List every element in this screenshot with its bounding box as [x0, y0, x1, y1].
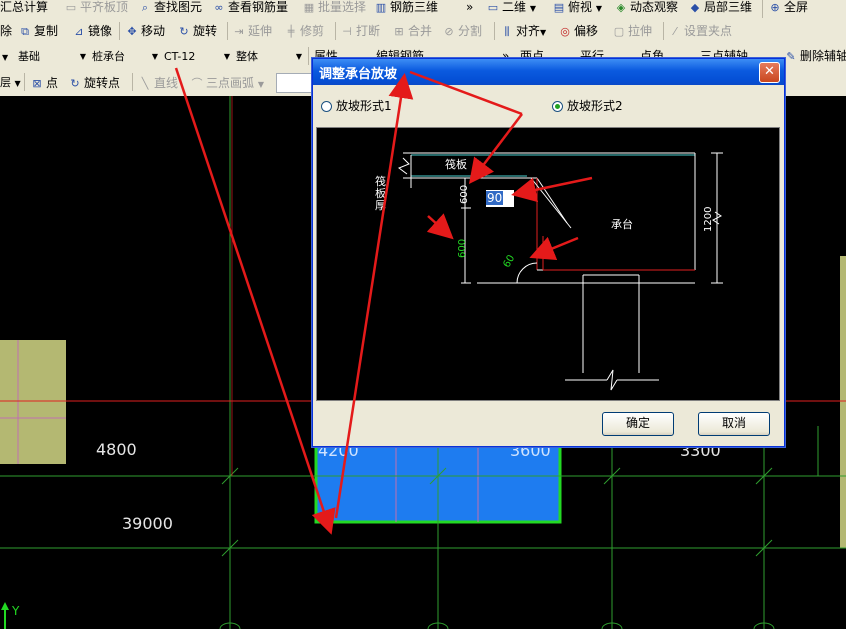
- top-view-dropdown[interactable]: ▤ 俯视 ▼: [552, 0, 602, 17]
- batch-select-icon: ▦: [303, 1, 315, 14]
- right-panel: [840, 256, 846, 548]
- move-icon: ✥: [127, 25, 137, 38]
- toolbar-row-2: 除 ⧉ 复制 ⊿ 镜像 ✥ 移动 ↻ 旋转 ⇥ 延伸 ╪ 修剪 ⊣ 打断 ⊞ 合并 ⊘ 分割 ⫼ 对…: [0, 19, 846, 45]
- close-icon[interactable]: ✕: [759, 62, 780, 83]
- dialog-title: 调整承台放坡: [319, 67, 398, 82]
- option-slope-2[interactable]: 放坡形式2: [552, 98, 623, 114]
- rotate-point-button[interactable]: ↻ 旋转点: [68, 73, 120, 93]
- more-chevron[interactable]: »: [466, 0, 473, 17]
- align-icon: ⫼: [504, 25, 510, 38]
- find-icon: ⌕: [141, 1, 149, 14]
- view-2d-dropdown[interactable]: ▭ 二维 ▼: [486, 0, 536, 17]
- rotate-point-icon: ↻: [70, 77, 80, 90]
- slope-options-group: 放坡形式1 放坡形式2: [316, 91, 780, 121]
- chevron-double-icon: »: [466, 0, 474, 14]
- extend-icon: ⇥: [234, 25, 244, 38]
- left-panel: [0, 340, 66, 464]
- calc-summary-button[interactable]: 汇总计算: [0, 0, 48, 17]
- 2d-icon: ▭: [487, 1, 499, 14]
- rebar-qty-icon: ∞: [214, 1, 224, 14]
- break-button[interactable]: ⊣ 打断: [340, 21, 380, 41]
- extend-button[interactable]: ⇥ 延伸: [232, 21, 272, 41]
- ok-button[interactable]: 确定: [602, 412, 674, 436]
- trim-icon: ╪: [287, 25, 295, 38]
- thickness-label: 筏板厚: [375, 175, 386, 212]
- dim-4800: 4800: [96, 440, 137, 459]
- orbit-icon: ◈: [616, 1, 626, 14]
- rotate-button[interactable]: ↻ 旋转: [177, 21, 217, 41]
- line-button[interactable]: ╲ 直线: [138, 73, 178, 93]
- move-button[interactable]: ✥ 移动: [125, 21, 165, 41]
- rebar-3d-icon: ▥: [375, 1, 387, 14]
- cap-label: 承台: [611, 218, 633, 231]
- stretch-icon: ▢: [613, 25, 625, 38]
- eraser-icon: ✎: [786, 50, 796, 63]
- line-icon: ╲: [141, 77, 149, 90]
- split-button[interactable]: ⊘ 分割: [442, 21, 482, 41]
- raft-label: 筏板: [445, 158, 467, 171]
- merge-icon: ⊞: [394, 25, 404, 38]
- point-icon: ⊠: [32, 77, 42, 90]
- draw-option-field[interactable]: [276, 73, 314, 93]
- dim-600-top: 600: [459, 184, 470, 204]
- element-type-combo[interactable]: 桩承台 ▼: [92, 47, 158, 66]
- view-rebar-qty-button[interactable]: ∞ 查看钢筋量: [212, 0, 288, 17]
- offset-icon: ◎: [560, 25, 570, 38]
- slope-preview: 筏板 筏板厚 承台 600 600 1200 60 90: [316, 127, 780, 401]
- find-element-button[interactable]: ⌕ 查找图元: [138, 0, 202, 17]
- offset-button[interactable]: ◎ 偏移: [558, 21, 598, 41]
- adjust-slope-dialog: 调整承台放坡 ✕ 放坡形式1 放坡形式2 筏板 筏板厚 承台 600 600 1…: [312, 58, 785, 447]
- merge-button[interactable]: ⊞ 合并: [392, 21, 432, 41]
- point-button[interactable]: ⊠ 点: [30, 73, 58, 93]
- dim-1200: 1200: [703, 206, 714, 232]
- toolbar-row-1: 汇总计算 ▭ 平齐板顶 ⌕ 查找图元 ∞ 查看钢筋量 ▦ 批量选择 ▥ 钢筋三维 » ▭ 二…: [0, 0, 846, 20]
- top-view-icon: ▤: [553, 1, 565, 14]
- combo-prev-arrow[interactable]: ▼: [2, 47, 8, 66]
- rotate-icon: ↻: [179, 25, 189, 38]
- fullscreen-icon: ⊕: [770, 1, 780, 14]
- fullscreen-button[interactable]: ⊕ 全屏: [768, 0, 808, 17]
- delete-axis-button[interactable]: ✎ 删除辅轴: [784, 46, 846, 66]
- stretch-button[interactable]: ▢ 拉伸: [612, 21, 652, 41]
- break-icon: ⊣: [342, 25, 352, 38]
- mirror-button[interactable]: ⊿ 镜像: [72, 21, 112, 41]
- set-grip-button[interactable]: ⁄ 设置夹点: [668, 21, 732, 41]
- align-top-icon: ▭: [65, 1, 77, 14]
- slope-angle-input[interactable]: 90: [486, 190, 514, 207]
- local-3d-icon: ◆: [690, 1, 700, 14]
- local-3d-button[interactable]: ◆ 局部三维: [688, 0, 752, 17]
- grip-icon: ⁄: [674, 25, 676, 38]
- orbit-button[interactable]: ◈ 动态观察: [614, 0, 678, 17]
- layer-combo[interactable]: 整体 ▼: [236, 47, 302, 66]
- y-axis-label: Y: [12, 604, 20, 618]
- split-icon: ⊘: [444, 25, 454, 38]
- rebar-3d-button[interactable]: ▥ 钢筋三维: [374, 0, 438, 17]
- trim-button[interactable]: ╪ 修剪: [284, 21, 324, 41]
- dim-39000: 39000: [122, 514, 173, 533]
- option-slope-1[interactable]: 放坡形式1: [321, 98, 392, 114]
- category-combo[interactable]: 基础 ▼: [18, 47, 86, 66]
- dialog-title-bar[interactable]: 调整承台放坡 ✕: [313, 59, 784, 85]
- copy-button[interactable]: ⧉ 复制: [18, 21, 58, 41]
- three-point-arc-button[interactable]: ⌒ 三点画弧 ▼: [190, 73, 265, 93]
- align-dropdown[interactable]: ⫼ 对齐▼: [500, 21, 546, 41]
- arc-icon: ⌒: [191, 77, 203, 90]
- align-top-button[interactable]: ▭ 平齐板顶: [64, 0, 128, 17]
- batch-select-button[interactable]: ▦ 批量选择: [302, 0, 366, 17]
- radio-icon: [321, 101, 332, 112]
- copy-icon: ⧉: [21, 25, 29, 38]
- layer-arrow[interactable]: 层 ▼: [0, 73, 21, 92]
- cancel-button[interactable]: 取消: [698, 412, 770, 436]
- slope-diagram: [397, 152, 723, 391]
- element-name-combo[interactable]: CT-12 ▼: [164, 47, 230, 66]
- delete-button[interactable]: 除: [0, 21, 12, 41]
- dim-600-left: 600: [457, 238, 468, 258]
- radio-selected-icon: [552, 101, 563, 112]
- mirror-icon: ⊿: [74, 25, 84, 38]
